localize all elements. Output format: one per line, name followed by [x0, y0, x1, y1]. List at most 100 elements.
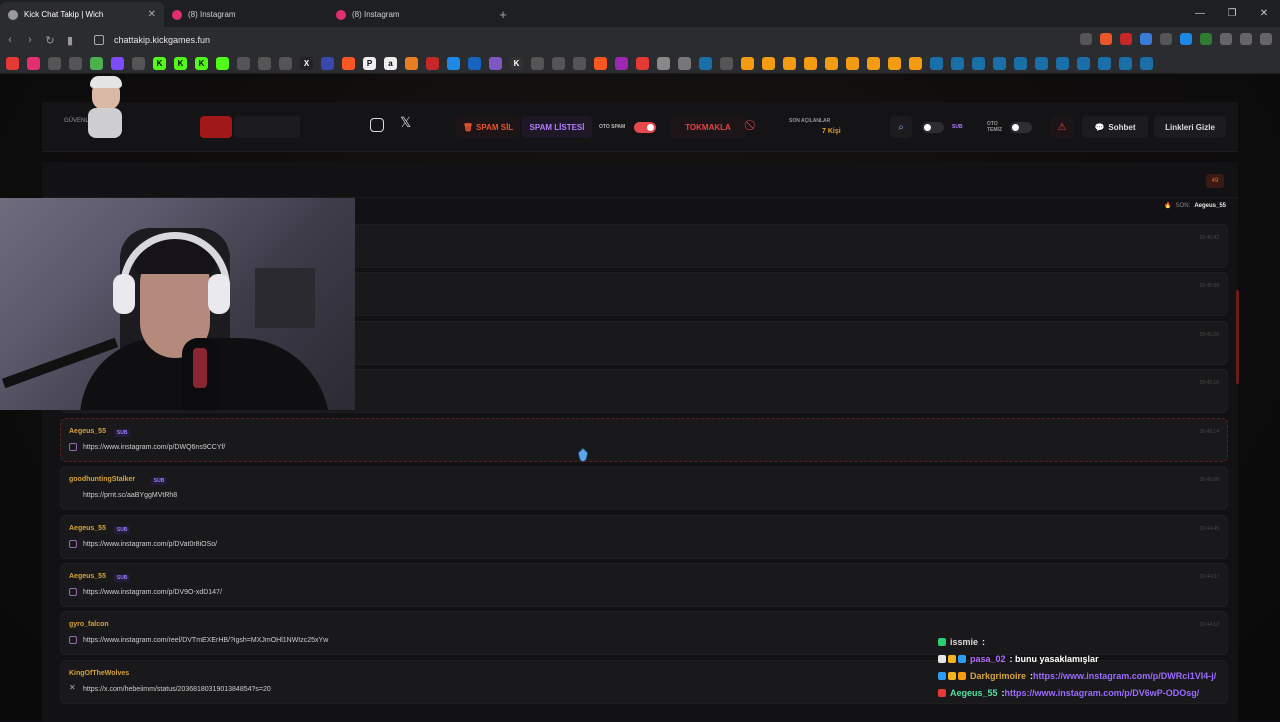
message-link[interactable]: https://www.instagram.com/p/DWQ6ns9CCYf/ [83, 444, 225, 451]
message-username[interactable]: KingOfTheWolves [69, 670, 129, 677]
bookmark-icon[interactable] [846, 56, 859, 70]
close-window-button[interactable]: ✕ [1248, 0, 1280, 27]
message-link[interactable]: https://www.instagram.com/p/DVat0r8iOSo/ [83, 541, 217, 548]
puzzle-icon[interactable] [1220, 33, 1232, 45]
spam-listesi-button[interactable]: SPAM LİSTESİ [522, 116, 592, 138]
bookmark-icon[interactable] [258, 56, 271, 70]
bookmark-icon[interactable] [762, 56, 775, 70]
steam-icon[interactable] [1098, 56, 1111, 70]
ublock-icon[interactable] [1120, 33, 1132, 45]
bookmark-icon[interactable] [867, 56, 880, 70]
back-icon[interactable]: ‹ [0, 34, 20, 46]
oto-temiz-toggle[interactable] [1010, 122, 1032, 133]
kick-icon[interactable]: K [510, 56, 523, 70]
bookmark-icon[interactable] [825, 56, 838, 70]
minimize-button[interactable]: — [1184, 0, 1216, 27]
message-link[interactable]: https://www.instagram.com/reel/DVTmEXErH… [83, 637, 328, 644]
bookmark-icon[interactable] [447, 56, 460, 70]
steam-icon[interactable] [993, 56, 1006, 70]
steam-icon[interactable] [972, 56, 985, 70]
kick-icon[interactable]: K [153, 56, 166, 70]
bookmark-icon[interactable] [636, 56, 649, 70]
message-link[interactable]: https://x.com/hebeiimm/status/2036818031… [83, 686, 271, 693]
message-row[interactable]: Aegeus_55 SUB https://www.instagram.com/p/… [60, 515, 1228, 559]
bookmark-icon[interactable] [888, 56, 901, 70]
bookmark-icon[interactable]: P [363, 56, 376, 70]
forward-icon[interactable]: › [20, 34, 40, 46]
dropdown-button[interactable] [234, 116, 300, 138]
bookmark-icon[interactable] [468, 56, 481, 70]
reddit-icon[interactable] [342, 56, 355, 70]
bookmark-icon[interactable] [237, 56, 250, 70]
bookmark-icon[interactable] [321, 56, 334, 70]
bookmark-icon[interactable] [783, 56, 796, 70]
kick-icon[interactable]: K [195, 56, 208, 70]
bookmark-icon[interactable] [657, 56, 670, 70]
reload-icon[interactable]: ↻ [40, 34, 60, 47]
bookmark-icon[interactable] [552, 56, 565, 70]
close-tab-icon[interactable]: ✕ [148, 9, 156, 20]
extension-icon[interactable] [1200, 33, 1212, 45]
bookmark-icon[interactable] [720, 56, 733, 70]
restore-button[interactable]: ❐ [1216, 0, 1248, 27]
extension-icon[interactable] [1180, 33, 1192, 45]
steam-icon[interactable] [1119, 56, 1132, 70]
instagram-icon[interactable] [370, 118, 384, 132]
bookmark-icon[interactable] [594, 56, 607, 70]
steam-icon[interactable] [1035, 56, 1048, 70]
tab-instagram-2[interactable]: (8) Instagram [328, 2, 492, 27]
bookmark-icon[interactable] [804, 56, 817, 70]
steam-icon[interactable] [1140, 56, 1153, 70]
bookmark-icon[interactable] [405, 56, 418, 70]
search-icon[interactable]: ⌕ [890, 116, 912, 138]
site-settings-icon[interactable] [94, 35, 104, 45]
bookmark-icon[interactable] [90, 56, 103, 70]
steam-icon[interactable] [1014, 56, 1027, 70]
bookmark-icon[interactable] [489, 56, 502, 70]
bookmark-icon[interactable] [132, 56, 145, 70]
feed-scrollbar[interactable] [1236, 290, 1239, 384]
share-icon[interactable] [1080, 33, 1092, 45]
bookmark-icon[interactable] [216, 56, 229, 70]
kick-icon[interactable]: K [174, 56, 187, 70]
new-tab-button[interactable]: + [492, 2, 514, 27]
bookmark-icon[interactable] [741, 56, 754, 70]
sub-toggle[interactable] [922, 122, 944, 133]
extension-icon[interactable] [1160, 33, 1172, 45]
bookmark-icon[interactable] [573, 56, 586, 70]
bookmark-icon[interactable]: ▮ [60, 34, 80, 47]
steam-icon[interactable] [1077, 56, 1090, 70]
tab-instagram-1[interactable]: (8) Instagram [164, 2, 328, 27]
message-username[interactable]: Aegeus_55 [69, 428, 106, 435]
bookmark-icon[interactable] [615, 56, 628, 70]
bookmark-icon[interactable] [531, 56, 544, 70]
x-icon[interactable]: 𝕏 [400, 114, 411, 131]
bookmark-icon[interactable] [6, 56, 19, 70]
steam-icon[interactable] [951, 56, 964, 70]
bookmark-icon[interactable] [48, 56, 61, 70]
instagram-icon[interactable] [27, 56, 40, 70]
menu-icon[interactable] [1260, 33, 1272, 45]
bookmark-icon[interactable] [279, 56, 292, 70]
x-icon[interactable]: X [300, 56, 313, 70]
amazon-icon[interactable]: a [384, 56, 397, 70]
linkleri-gizle-button[interactable]: Linkleri Gizle [1154, 116, 1226, 138]
brave-shield-icon[interactable] [1100, 33, 1112, 45]
bookmark-icon[interactable] [69, 56, 82, 70]
bookmark-icon[interactable] [111, 56, 124, 70]
sidebar-icon[interactable] [1240, 33, 1252, 45]
oto-spam-toggle[interactable] [634, 122, 656, 133]
message-row[interactable]: Aegeus_55 SUB https://www.instagram.com/p/… [60, 418, 1228, 462]
sohbet-button[interactable]: 💬 Sohbet [1082, 116, 1148, 138]
steam-icon[interactable] [930, 56, 943, 70]
bookmark-icon[interactable] [426, 56, 439, 70]
message-username[interactable]: Aegeus_55 [69, 573, 106, 580]
extension-icon[interactable] [1140, 33, 1152, 45]
spam-sil-button[interactable]: 🗑 SPAM SİL [456, 116, 520, 138]
message-row[interactable]: Aegeus_55 SUB https://www.instagram.com/p/… [60, 563, 1228, 607]
red-button[interactable] [200, 116, 232, 138]
message-link[interactable]: https://www.instagram.com/p/DV9O-xdD147/ [83, 589, 222, 596]
steam-icon[interactable] [699, 56, 712, 70]
message-username[interactable]: gyro_falcon [69, 621, 109, 628]
folder-icon[interactable] [678, 56, 691, 70]
